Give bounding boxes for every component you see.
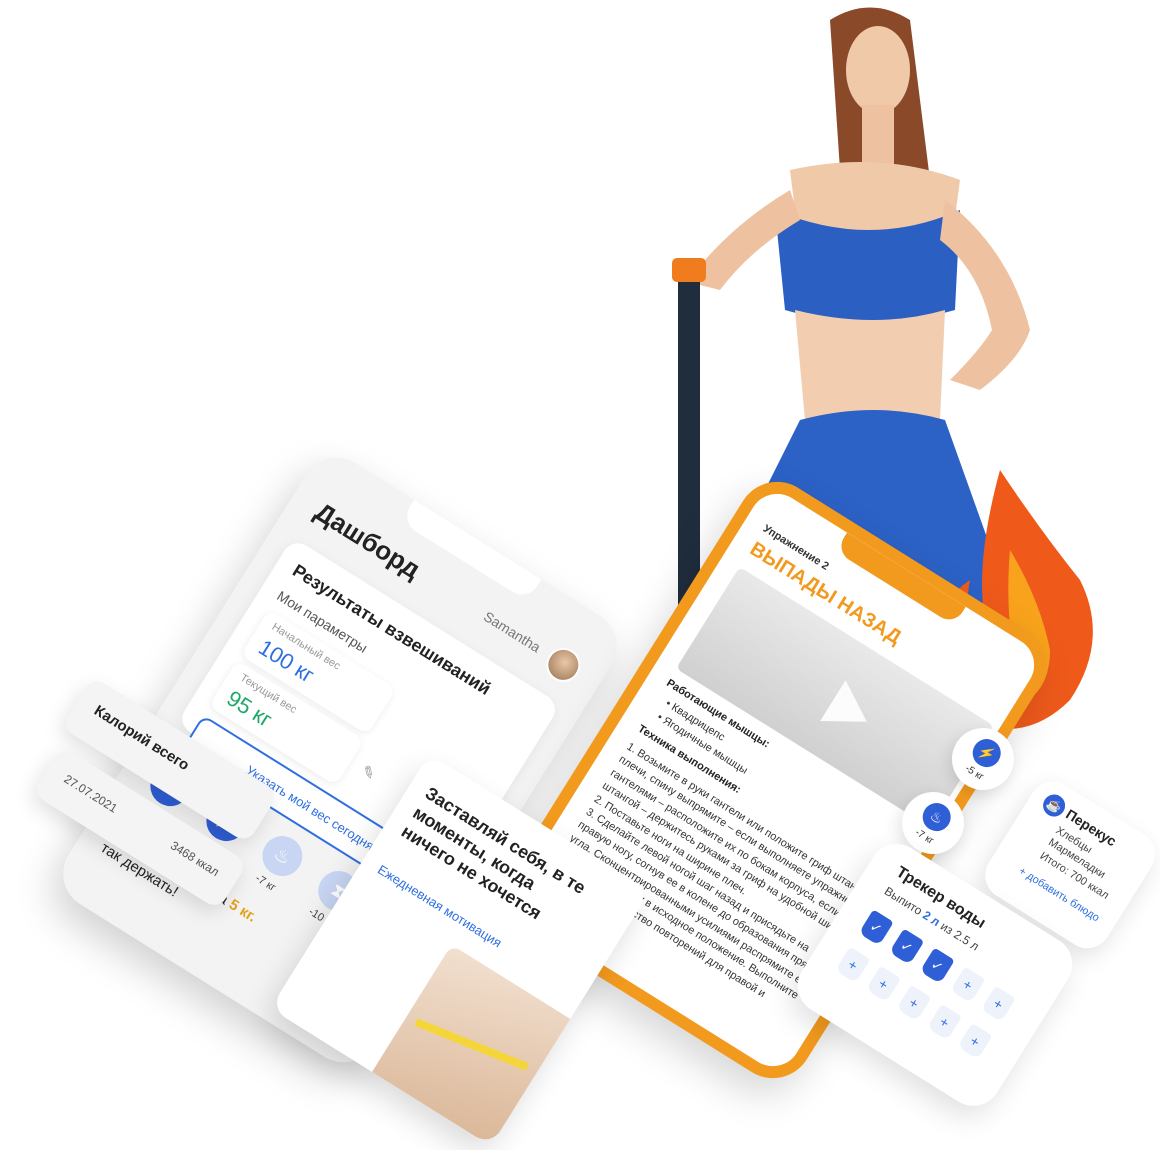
- water-cup-empty[interactable]: +: [950, 966, 986, 1004]
- water-drunk: 2 л: [920, 907, 943, 930]
- water-cup-empty[interactable]: +: [980, 985, 1016, 1023]
- user-name: Samantha: [480, 608, 544, 656]
- calories-value: 3468 ккал: [168, 838, 222, 880]
- water-cup-empty[interactable]: +: [896, 984, 932, 1022]
- promo-collage: Дашборд Samantha Результаты взвешиваний …: [0, 0, 1160, 1150]
- play-icon[interactable]: [820, 680, 880, 743]
- water-cup-empty[interactable]: +: [957, 1023, 993, 1060]
- phone-notch: [400, 499, 542, 602]
- water-cup-filled[interactable]: ✓: [919, 947, 955, 985]
- water-cup-filled[interactable]: ✓: [889, 928, 925, 965]
- loss-amount: 5 кг.: [225, 895, 260, 926]
- avatar[interactable]: [539, 641, 587, 689]
- water-cup-empty[interactable]: +: [835, 946, 871, 984]
- water-cup-filled[interactable]: ✓: [858, 909, 894, 946]
- water-cup-empty[interactable]: +: [926, 1003, 963, 1041]
- water-cup-empty[interactable]: +: [865, 965, 901, 1003]
- edit-pencil-icon[interactable]: ✎: [357, 761, 379, 785]
- calories-date: 27.07.2021: [61, 771, 120, 816]
